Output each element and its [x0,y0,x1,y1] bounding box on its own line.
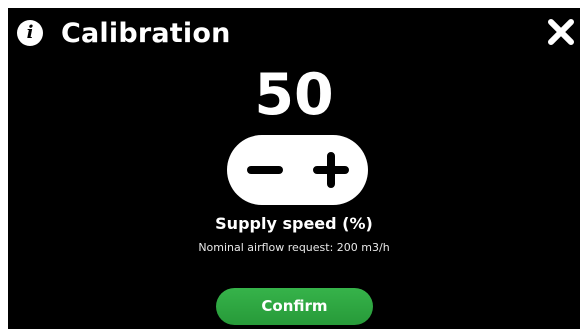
speed-label: Supply speed (%) [215,214,373,233]
close-button[interactable] [544,15,578,49]
airflow-info: Nominal airflow request: 200 m3/h [198,241,390,254]
info-icon[interactable]: i [17,20,43,46]
speed-value: 50 [254,62,334,128]
minus-icon [247,166,283,174]
increase-button[interactable] [298,135,368,205]
confirm-button[interactable]: Confirm [216,288,373,325]
plus-icon [313,152,349,188]
page-title: Calibration [61,18,231,49]
close-icon [548,19,574,45]
speed-stepper [227,135,368,205]
calibration-screen: i Calibration 50 Supply speed (%) Nomina… [8,8,580,329]
decrease-button[interactable] [227,135,297,205]
